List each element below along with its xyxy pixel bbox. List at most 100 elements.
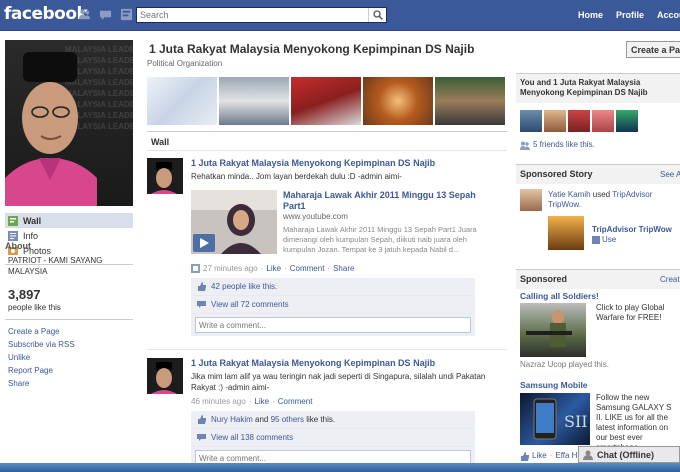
like-link[interactable]: Like xyxy=(254,397,269,406)
share-post-link[interactable]: Share xyxy=(333,264,354,273)
story-app-block: TripAdvisor TripWow Use xyxy=(592,225,680,245)
post-avatar[interactable] xyxy=(147,358,183,394)
friends-icon xyxy=(520,141,530,150)
likes-others-link[interactable]: 95 others xyxy=(271,415,304,424)
create-page-link[interactable]: Create a Page xyxy=(8,325,75,338)
attachment-url[interactable]: www.youtube.com xyxy=(283,212,348,221)
comment-icon xyxy=(197,434,206,441)
post-time[interactable]: 27 minutes ago xyxy=(203,264,258,273)
nav-account[interactable]: Account xyxy=(657,10,680,20)
post-actor[interactable]: 1 Juta Rakyat Malaysia Menyokong Kepimpi… xyxy=(191,358,491,368)
story-name-link[interactable]: Yatie Kamih xyxy=(548,190,591,199)
tab-wall[interactable]: Wall xyxy=(147,131,507,151)
report-page-link[interactable]: Report Page xyxy=(8,364,75,377)
likes-row: 42 people like this. xyxy=(191,278,475,296)
unlike-link[interactable]: Unlike xyxy=(8,351,75,364)
nav-profile[interactable]: Profile xyxy=(616,10,644,20)
comment-box xyxy=(191,314,475,336)
strip-photo[interactable] xyxy=(291,77,361,125)
profile-picture[interactable]: MALAYSIA LEADER MALAYSIA LEADER MALAYSIA… xyxy=(5,40,133,206)
strip-photo[interactable] xyxy=(147,77,217,125)
app-icon xyxy=(592,236,600,244)
strip-photo[interactable] xyxy=(363,77,433,125)
ad2-title[interactable]: Samsung Mobile xyxy=(520,380,588,390)
search-box xyxy=(136,7,387,23)
likes-label: people like this xyxy=(8,303,61,312)
sponsored-heading: Sponsored xyxy=(520,274,568,284)
post-separator xyxy=(147,349,507,350)
like-link[interactable]: Like xyxy=(266,264,281,273)
see-all-link[interactable]: See All xyxy=(660,170,680,179)
avatar-image xyxy=(147,358,183,394)
comment-input[interactable] xyxy=(195,317,471,333)
chat-bar[interactable]: Chat (Offline) xyxy=(578,446,680,463)
share-link[interactable]: Share xyxy=(8,377,75,390)
page-title[interactable]: 1 Juta Rakyat Malaysia Menyokong Kepimpi… xyxy=(149,42,474,56)
photo-strip xyxy=(147,77,505,125)
comment-link[interactable]: Comment xyxy=(290,264,325,273)
feedback-box: Nury Hakim and 95 others like this. View… xyxy=(191,411,475,469)
svg-text:SII: SII xyxy=(564,412,588,431)
nav-home[interactable]: Home xyxy=(578,10,603,20)
friend-avatar[interactable] xyxy=(616,110,638,132)
friend-avatar[interactable] xyxy=(520,110,542,132)
story-avatar[interactable] xyxy=(520,189,542,211)
strip-photo[interactable] xyxy=(435,77,505,125)
about-text: PATRIOT - KAMI SAYANG MALAYSIA xyxy=(8,256,103,276)
ad1-title[interactable]: Calling all Soldiers! xyxy=(520,291,599,301)
chat-label: Chat (Offline) xyxy=(597,449,654,460)
comments-row: View all 72 comments xyxy=(191,296,475,314)
video-thumbnail[interactable] xyxy=(191,190,277,254)
post-time[interactable]: 46 minutes ago xyxy=(191,397,246,406)
post-avatar[interactable] xyxy=(147,158,183,194)
thumbs-up-icon xyxy=(198,282,206,291)
likes-link[interactable]: 42 people like this. xyxy=(211,282,277,291)
create-ad-link[interactable]: Create an Ad xyxy=(660,275,680,284)
attachment-title[interactable]: Maharaja Lawak Akhir 2011 Minggu 13 Sepa… xyxy=(283,190,483,212)
post-message: Jika mim lam alif ya wau teringin nak ja… xyxy=(191,372,486,392)
about-heading: About xyxy=(5,241,31,251)
friend-avatar[interactable] xyxy=(544,110,566,132)
friend-avatar[interactable] xyxy=(592,110,614,132)
use-app-link[interactable]: Use xyxy=(602,235,616,245)
view-comments-link[interactable]: View all 138 comments xyxy=(211,433,293,442)
liker-name-link[interactable]: Nury Hakim xyxy=(211,415,253,424)
comment-link[interactable]: Comment xyxy=(278,397,313,406)
ad2-image[interactable]: SII xyxy=(520,393,590,445)
search-button[interactable] xyxy=(368,8,386,22)
friends-like-link[interactable]: 5 friends like this. xyxy=(533,140,595,150)
strip-photo[interactable] xyxy=(219,77,289,125)
phone-image: SII xyxy=(533,398,588,440)
avatar-image xyxy=(147,158,183,194)
friends-header: You and 1 Juta Rakyat Malaysia Menyokong… xyxy=(520,78,648,97)
post-actor[interactable]: 1 Juta Rakyat Malaysia Menyokong Kepimpi… xyxy=(191,158,491,168)
post-body: 1 Juta Rakyat Malaysia Menyokong Kepimpi… xyxy=(191,358,491,469)
tripwow-logo[interactable] xyxy=(548,216,584,250)
os-taskbar xyxy=(0,463,680,472)
sponsored-story-header: Sponsored Story See All xyxy=(516,164,680,184)
search-input[interactable] xyxy=(137,8,362,22)
story-text: Yatie Kamih used TripAdvisor TripWow. xyxy=(548,190,653,209)
ad2-like-link[interactable]: Like xyxy=(532,451,547,461)
friend-avatar[interactable] xyxy=(568,110,590,132)
likes-count: 3,897 xyxy=(8,287,41,302)
friends-section-header: You and 1 Juta Rakyat Malaysia Menyokong… xyxy=(516,73,680,103)
page-links: Create a Page Subscribe via RSS Unlike R… xyxy=(8,325,75,390)
post-attachment: Maharaja Lawak Akhir 2011 Minggu 13 Sepa… xyxy=(191,190,491,260)
facebook-logo[interactable]: facebook xyxy=(4,4,88,24)
subscribe-rss-link[interactable]: Subscribe via RSS xyxy=(8,338,75,351)
divider xyxy=(5,319,133,320)
top-nav: Home Profile Account xyxy=(578,10,680,20)
ad1-image[interactable] xyxy=(520,303,586,357)
view-comments-link[interactable]: View all 72 comments xyxy=(211,300,289,309)
post-message: Rehatkan minda.. Jom layan berdekah dulu… xyxy=(191,172,402,181)
messages-icon[interactable] xyxy=(98,7,112,21)
left-column: MALAYSIA LEADER MALAYSIA LEADER MALAYSIA… xyxy=(0,31,140,472)
sponsored-story-heading: Sponsored Story xyxy=(520,169,593,179)
likes-row: Nury Hakim and 95 others like this. xyxy=(191,411,475,429)
likes-and: and xyxy=(255,415,269,424)
sidebar-item-wall[interactable]: Wall xyxy=(5,213,133,228)
notifications-icon[interactable] xyxy=(119,7,133,21)
friend-requests-icon[interactable] xyxy=(77,7,91,21)
story-app-title[interactable]: TripAdvisor TripWow xyxy=(592,225,680,235)
